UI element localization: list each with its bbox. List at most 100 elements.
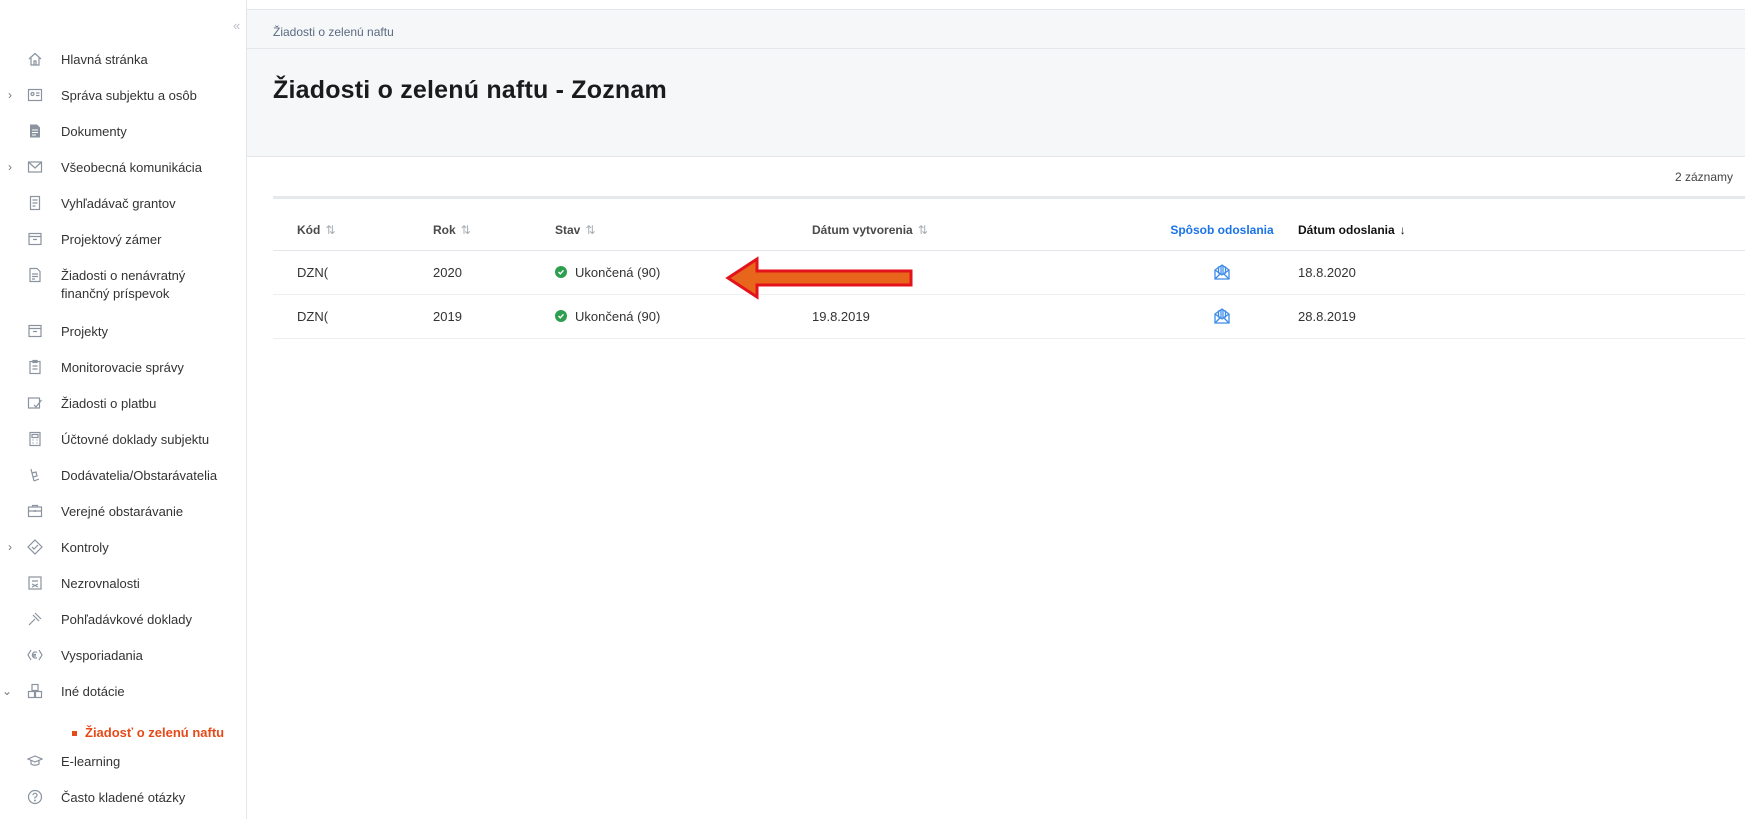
header-divider (247, 48, 1745, 49)
sidebar-item-vyhladavac-grantov[interactable]: Vyhľadávač grantov (0, 188, 246, 224)
search-list-icon (26, 195, 44, 211)
sidebar-item-ine-dotacie[interactable]: ⌄ Iné dotácie (0, 676, 246, 712)
chevron-down-icon: ⌄ (1, 684, 12, 698)
cell-kod: DZN( (273, 294, 433, 339)
column-header-datum-vytvorenia[interactable]: Dátum vytvorenia ⇅ (812, 210, 1146, 251)
sidebar-item-nezrovnalosti[interactable]: Nezrovnalosti (0, 568, 246, 604)
sidebar-item-ziadosti-o-platbu[interactable]: Žiadosti o platbu (0, 388, 246, 424)
sidebar-item-label: Všeobecná komunikácia (61, 160, 202, 175)
table-header-row: Kód ⇅ Rok ⇅ Stav ⇅ Dátum vytvorenia ⇅ Spôsob… (273, 210, 1745, 251)
status-badge: Ukončená (90) (555, 309, 660, 324)
applications-table: Kód ⇅ Rok ⇅ Stav ⇅ Dátum vytvorenia ⇅ Spôsob… (273, 210, 1745, 339)
form-icon (26, 267, 44, 283)
sidebar: « Hlavná stránka › Správa subjektu a osô… (0, 0, 247, 819)
gavel-icon (26, 611, 44, 627)
sidebar-item-hlavna-stranka[interactable]: Hlavná stránka (0, 44, 246, 80)
page-title: Žiadosti o zelenú naftu - Zoznam (273, 76, 667, 104)
sidebar-item-sprava-subjektu[interactable]: › Správa subjektu a osôb (0, 80, 246, 116)
chevron-icon (0, 647, 12, 648)
sidebar-item-label: Pohľadávkové doklady (61, 612, 192, 627)
collapse-sidebar-button[interactable]: « (233, 18, 240, 33)
sidebar-item-label: Žiadosti o nenávratný finančný príspevok (61, 268, 186, 301)
sidebar-item-label: Projekty (61, 324, 108, 339)
table-row[interactable]: DZN( 2019 Ukončená (90) 19.8.2019 28.8.2… (273, 294, 1745, 339)
main-content: Žiadosti o zelenú naftu Žiadosti o zelen… (247, 0, 1745, 819)
chevron-icon (0, 123, 12, 124)
folder-icon (26, 231, 44, 247)
payment-icon (26, 395, 44, 411)
home-icon (26, 51, 44, 67)
breadcrumb[interactable]: Žiadosti o zelenú naftu (273, 25, 394, 39)
sort-icon: ⇅ (917, 222, 928, 237)
chevron-icon (0, 51, 12, 52)
graduation-icon (26, 753, 44, 769)
sidebar-subitem-label: Žiadosť o zelenú naftu (85, 725, 225, 740)
cell-rok: 2020 (433, 250, 555, 295)
status-label: Ukončená (90) (575, 308, 661, 324)
chevron-icon (0, 789, 12, 790)
column-header-rok[interactable]: Rok ⇅ (433, 210, 555, 251)
chevron-icon (0, 231, 12, 232)
chevron-icon (0, 395, 12, 396)
sidebar-item-monitorovacie-spravy[interactable]: Monitorovacie správy (0, 352, 246, 388)
electronic-mail-icon[interactable] (1212, 262, 1232, 282)
sidebar-item-label: Nezrovnalosti (61, 576, 140, 591)
chevron-icon (0, 503, 12, 504)
sidebar-item-label: Dokumenty (61, 124, 127, 139)
sidebar-item-vysporiadania[interactable]: Vysporiadania (0, 640, 246, 676)
page-header: Žiadosti o zelenú naftu Žiadosti o zelen… (247, 9, 1745, 157)
sidebar-item-label: Kontroly (61, 540, 109, 555)
grid-icon (26, 683, 44, 699)
sidebar-item-uctovne-doklady[interactable]: Účtovné doklady subjektu (0, 424, 246, 460)
chevron-right-icon: › (8, 160, 12, 174)
record-count: 2 záznamy (1674, 170, 1733, 184)
sidebar-item-pohladavkove-doklady[interactable]: Pohľadávkové doklady (0, 604, 246, 640)
sort-icon: ⇅ (460, 222, 471, 237)
calculator-icon (26, 431, 44, 447)
document-icon (26, 123, 44, 139)
sidebar-item-faq[interactable]: Často kladené otázky (0, 782, 246, 818)
sidebar-item-verejne-obstaravanie[interactable]: Verejné obstarávanie (0, 496, 246, 532)
column-header-stav[interactable]: Stav ⇅ (555, 210, 812, 251)
cell-kod: DZN( (273, 250, 433, 295)
column-label: Dátum odoslania (1298, 222, 1395, 237)
table-top-divider (273, 196, 1745, 199)
sidebar-nav: Hlavná stránka › Správa subjektu a osôb … (0, 44, 246, 818)
sidebar-item-e-learning[interactable]: E-learning (0, 746, 246, 782)
electronic-mail-icon[interactable] (1212, 306, 1232, 326)
supplier-icon (26, 467, 44, 483)
table-row[interactable]: DZN( 2020 Ukončená (90) 18.8.2020 (273, 250, 1745, 295)
column-label: Spôsob odoslania (1170, 222, 1274, 237)
app-window: « Hlavná stránka › Správa subjektu a osô… (0, 0, 1745, 819)
column-header-datum-odoslania[interactable]: Dátum odoslania ↓ (1298, 210, 1745, 251)
column-header-kod[interactable]: Kód ⇅ (273, 210, 433, 251)
sidebar-item-dodavatelia[interactable]: Dodávatelia/Obstarávatelia (0, 460, 246, 496)
sidebar-item-label: E-learning (61, 754, 121, 769)
status-label: Ukončená (90) (575, 264, 661, 280)
sort-down-icon: ↓ (1399, 222, 1406, 237)
id-card-icon (26, 87, 44, 103)
sidebar-item-label: Dodávatelia/Obstarávatelia (61, 468, 218, 483)
irregularity-icon (26, 575, 44, 591)
cell-datum-odoslania: 18.8.2020 (1298, 250, 1745, 295)
cell-stav: Ukončená (90) (555, 294, 812, 339)
check-circle-icon (555, 266, 567, 279)
sidebar-item-dokumenty[interactable]: Dokumenty (0, 116, 246, 152)
envelope-icon (26, 159, 44, 175)
sidebar-item-projektovy-zamer[interactable]: Projektový zámer (0, 224, 246, 260)
sidebar-item-vseobecna-komunikacia[interactable]: › Všeobecná komunikácia (0, 152, 246, 188)
sidebar-item-label: Monitorovacie správy (61, 360, 184, 375)
sidebar-item-kontroly[interactable]: › Kontroly (0, 532, 246, 568)
sidebar-subitem-ziadost-o-zelenu-naftu[interactable]: Žiadosť o zelenú naftu (0, 712, 246, 746)
chevron-icon (0, 359, 12, 360)
sidebar-item-projekty[interactable]: Projekty (0, 316, 246, 352)
column-label: Rok (433, 222, 456, 237)
chevron-right-icon: › (8, 540, 12, 554)
chevron-icon (0, 611, 12, 612)
column-header-sposob-odoslania[interactable]: Spôsob odoslania (1146, 210, 1298, 251)
sidebar-item-ziadosti-nfp[interactable]: Žiadosti o nenávratný finančný príspevok (0, 260, 246, 316)
sidebar-item-label: Iné dotácie (61, 684, 125, 699)
folder-icon (26, 323, 44, 339)
chevron-right-icon: › (8, 88, 12, 102)
question-icon (26, 789, 44, 805)
